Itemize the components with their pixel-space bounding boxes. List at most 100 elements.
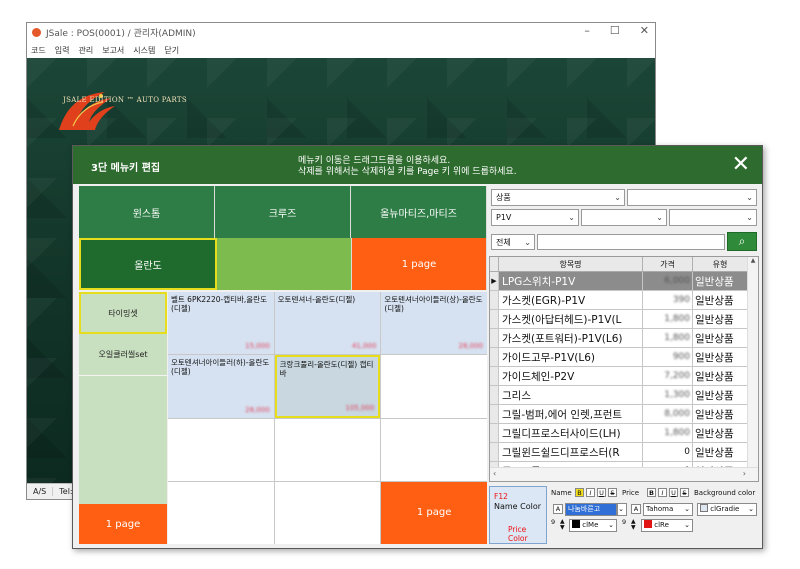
table-row[interactable]: 가스켓(EGR)-P1V 390 일반상품 <box>490 291 748 310</box>
table-row[interactable]: ▶ LPG스위치-P1V 6,000 일반상품 <box>490 272 748 291</box>
table-row[interactable]: 가스켓(포트워터)-P1V(L6) 1,800 일반상품 <box>490 329 748 348</box>
tier3-key-oil-cooler-seal[interactable]: 오일쿨러씰set <box>79 334 167 376</box>
empty-product-key[interactable] <box>381 355 487 418</box>
table-row[interactable]: 그릴디프로스터사이드(LH) 1,800 일반상품 <box>490 424 748 443</box>
price-strike-button[interactable]: S <box>680 488 689 497</box>
bg-titlebar: JSale : POS(0001) / 관리자(ADMIN) – ☐ ✕ <box>27 23 655 42</box>
product-key[interactable]: 오토텐셔너-올란도(디젤) 41,000 <box>274 292 381 355</box>
table-row[interactable]: 그리스 1,300 일반상품 <box>490 386 748 405</box>
table-row[interactable]: 그릴윈드쉴드디프로스터(R 0 일반상품 <box>490 443 748 462</box>
logo-text: JSALE EDITION ™ AUTO PARTS <box>63 96 187 104</box>
filter-dropdown-3[interactable]: ⌄ <box>669 209 757 226</box>
minimize-icon[interactable]: – <box>584 24 590 37</box>
search-scope-dropdown[interactable]: 전체 ⌄ <box>491 234 535 250</box>
tier2-key-empty[interactable] <box>217 238 352 290</box>
empty-product-key[interactable] <box>168 481 274 544</box>
cell-price-value: 1,800 <box>664 428 690 438</box>
menu-input[interactable]: 입력 <box>55 45 70 56</box>
column-header-type[interactable]: 유형 <box>693 257 748 271</box>
grid-page-button[interactable]: 1 page <box>381 481 487 544</box>
price-color-swatch <box>644 520 652 528</box>
maximize-icon[interactable]: ☐ <box>610 24 620 37</box>
scroll-right-icon[interactable]: › <box>743 469 746 478</box>
cell-type: 일반상품 <box>693 367 748 385</box>
name-font-arrow[interactable]: ⌄ <box>617 503 627 516</box>
empty-product-key[interactable] <box>168 418 274 481</box>
tier1-key-winstorm[interactable]: 윈스톰 <box>79 186 215 238</box>
product-key-selected[interactable]: 크랑크풀리-올란도(디젤) 캡티바 105,000 <box>274 355 381 418</box>
tier1-key-cruze[interactable]: 크루즈 <box>215 186 351 238</box>
price-size-spinner[interactable]: ▲ ▼ <box>631 519 636 531</box>
product-key[interactable]: 오토텐셔너아이들러(하)-올란도(디젤) 28,000 <box>168 355 274 418</box>
name-size-spinner[interactable]: ▲ ▼ <box>560 519 565 531</box>
menu-report[interactable]: 보고서 <box>102 45 124 56</box>
chevron-down-icon: ⌄ <box>748 505 754 513</box>
background-color-combo[interactable]: clGradie ⌄ <box>697 503 757 516</box>
price-color-combo[interactable]: clRe ⌄ <box>641 519 693 532</box>
cell-price-value: 8,000 <box>664 409 690 419</box>
name-strike-button[interactable]: S <box>608 488 617 497</box>
cell-price: 1,800 <box>643 424 693 442</box>
product-key-price: 41,000 <box>351 342 377 351</box>
cell-type: 일반상품 <box>693 329 748 347</box>
table-row[interactable]: 가이드고무-P1V(L6) 900 일반상품 <box>490 348 748 367</box>
cell-name: 가스켓(포트워터)-P1V(L6) <box>499 329 643 347</box>
name-color-combo[interactable]: clMe ⌄ <box>569 519 617 532</box>
product-key[interactable]: 오토텐셔너아이들러(상)-올란도(디젤) 28,000 <box>381 292 487 355</box>
cell-price-value: 900 <box>672 352 690 362</box>
filter-dropdown-2[interactable]: ⌄ <box>581 209 667 226</box>
table-row[interactable]: 가이드체인-P2V 7,200 일반상품 <box>490 367 748 386</box>
category-dropdown[interactable]: 상품 ⌄ <box>491 189 625 206</box>
name-bold-button[interactable]: B <box>575 488 584 497</box>
tier3-key-timing-set[interactable]: 타이밍셋 <box>79 292 167 334</box>
font-dialog-icon[interactable]: A <box>553 504 563 514</box>
price-italic-button[interactable]: I <box>658 488 667 497</box>
cell-name: 가이드체인-P2V <box>499 367 643 385</box>
search-input[interactable] <box>537 234 725 250</box>
cell-type: 일반상품 <box>693 310 748 328</box>
tier1-key-matiz[interactable]: 올뉴마티즈,마티즈 <box>351 186 487 238</box>
vertical-scrollbar[interactable]: ▲ <box>747 257 758 468</box>
tier2-page-button[interactable]: 1 page <box>352 238 487 290</box>
name-italic-button[interactable]: I <box>586 488 595 497</box>
price-size-value[interactable]: 9 <box>622 518 626 526</box>
name-font-combo[interactable]: 나눔바른고 <box>565 503 617 516</box>
horizontal-scrollbar[interactable]: ‹ › <box>490 467 758 481</box>
column-header-price[interactable]: 가격 <box>643 257 693 271</box>
table-row[interactable]: 그릴-범퍼,에어 인렛,프런트 8,000 일반상품 <box>490 405 748 424</box>
product-key[interactable]: 벨트 6PK2220-캡티바,올란도(디젤) 15,000 <box>168 292 274 355</box>
table-row[interactable]: 가스켓(아답터헤드)-P1V(L 1,800 일반상품 <box>490 310 748 329</box>
row-indicator <box>490 386 499 404</box>
model-dropdown[interactable]: P1V ⌄ <box>491 209 579 226</box>
price-bold-button[interactable]: B <box>647 488 656 497</box>
column-header-name[interactable]: 항목명 <box>499 257 643 271</box>
scroll-left-icon[interactable]: ‹ <box>493 469 496 478</box>
price-font-label: Price <box>622 489 640 497</box>
cell-type: 일반상품 <box>693 405 748 423</box>
cell-name: 그릴디프로스터사이드(LH) <box>499 424 643 442</box>
close-icon[interactable]: ✕ <box>640 24 649 37</box>
tier2-key-orlando[interactable]: 올란도 <box>79 238 217 290</box>
tier2-menu: 올란도 1 page <box>79 238 487 290</box>
empty-product-key[interactable] <box>274 418 381 481</box>
name-underline-button[interactable]: U <box>597 488 606 497</box>
search-button[interactable]: ⌕ <box>727 232 757 251</box>
name-font-label: Name <box>551 489 572 497</box>
menu-code[interactable]: 코드 <box>31 45 46 56</box>
price-font-combo[interactable]: Tahoma ⌄ <box>643 503 693 516</box>
empty-product-key[interactable] <box>381 418 487 481</box>
menu-manage[interactable]: 관리 <box>78 45 93 56</box>
price-underline-button[interactable]: U <box>669 488 678 497</box>
tier3-page-button[interactable]: 1 page <box>79 504 167 544</box>
close-icon[interactable]: ✕ <box>732 152 750 177</box>
menu-system[interactable]: 시스템 <box>133 45 155 56</box>
name-size-value[interactable]: 9 <box>551 518 555 526</box>
product-key-grid: 벨트 6PK2220-캡티바,올란도(디젤) 15,000 오토텐셔너-올란도(… <box>168 292 487 544</box>
empty-product-key[interactable] <box>274 481 381 544</box>
font-dialog-icon[interactable]: A <box>631 504 641 514</box>
subcategory-dropdown[interactable]: ⌄ <box>627 189 757 206</box>
cell-price: 0 <box>643 443 693 461</box>
cell-name: 가스켓(EGR)-P1V <box>499 291 643 309</box>
menu-close[interactable]: 닫기 <box>164 45 179 56</box>
cell-price-value: 1,300 <box>664 390 690 400</box>
